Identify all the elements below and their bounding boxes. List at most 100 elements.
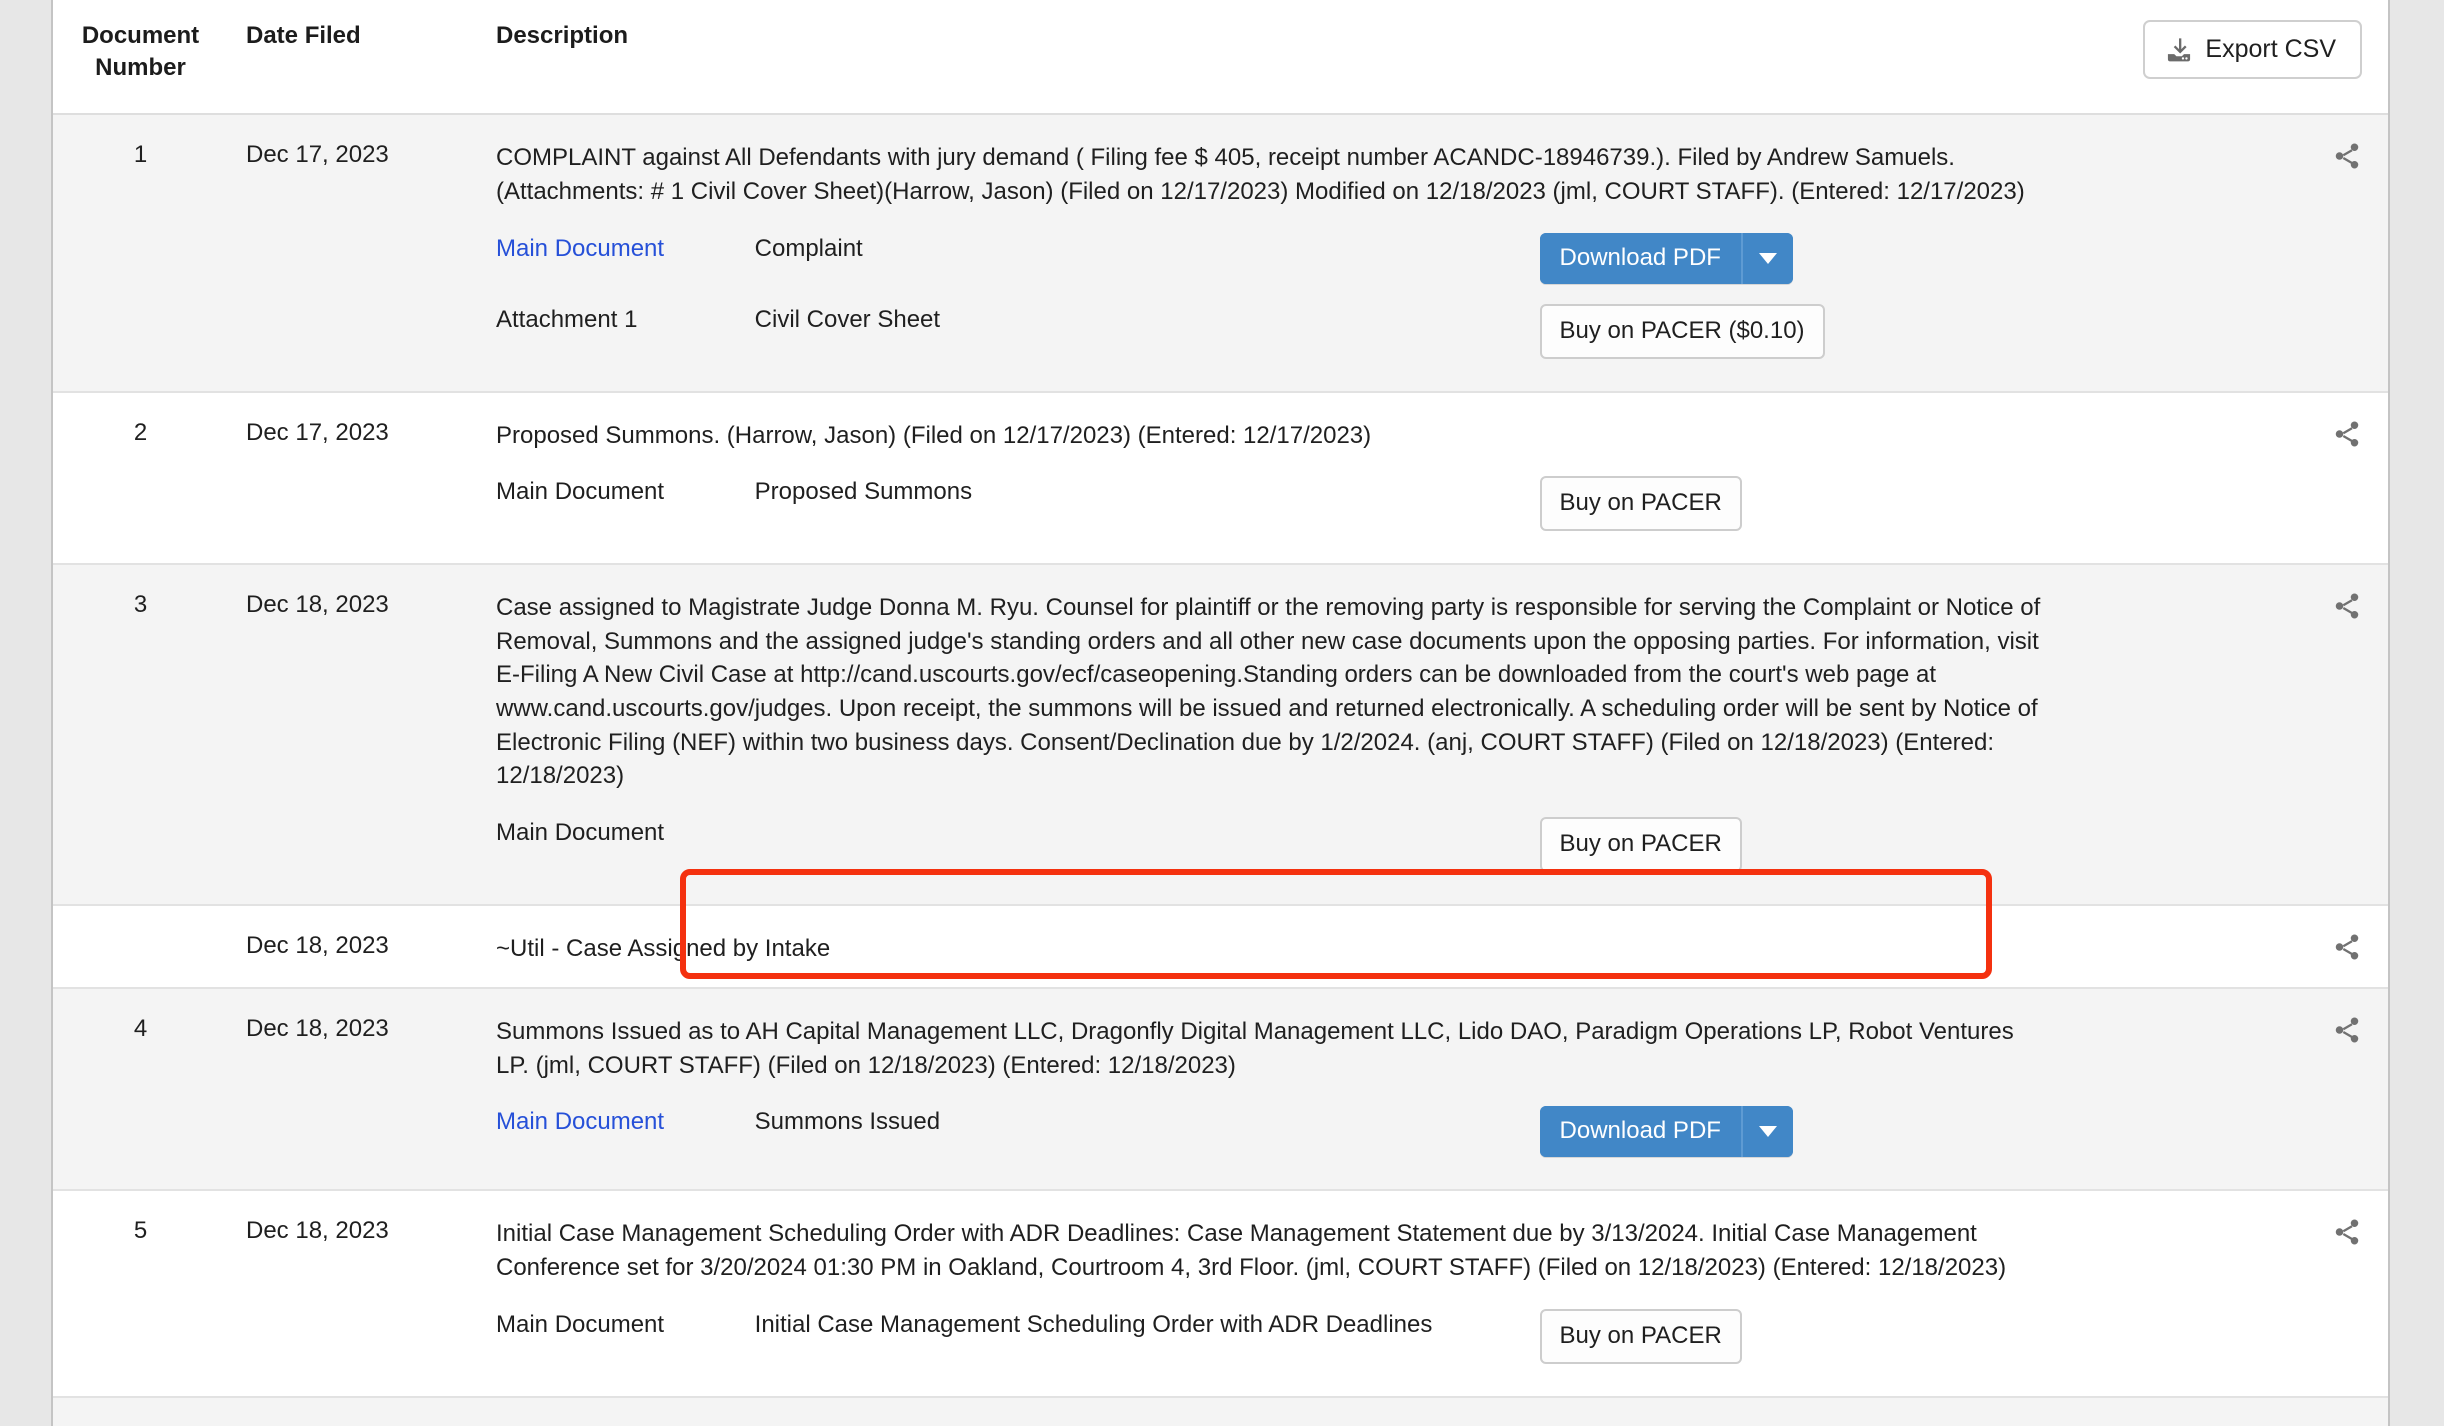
buy-on-pacer-button[interactable]: Buy on PACER bbox=[1539, 816, 1742, 872]
description-text: ~Util - Case Assigned by Intake bbox=[496, 934, 831, 962]
cell-share bbox=[2088, 904, 2388, 989]
table-body: 1 Dec 17, 2023 COMPLAINT against All Defen… bbox=[53, 114, 2388, 1426]
subdocument-row: Main Document Initial Case Management Sch… bbox=[496, 1299, 2048, 1374]
cell-description: Case assigned to Magistrate Judge Donna … bbox=[468, 564, 2088, 905]
cell-document-number: 5 bbox=[53, 1190, 228, 1397]
subdocument-action-cell: Download PDF bbox=[1536, 1096, 2048, 1167]
column-header-document-number-line1: Document bbox=[81, 22, 200, 49]
share-icon[interactable] bbox=[2332, 591, 2362, 626]
table-row: Dec 18, 2023 ~Util - Case Assigned by Int… bbox=[53, 904, 2388, 989]
cell-share bbox=[2088, 564, 2388, 905]
cell-document-number: 2 bbox=[53, 391, 228, 565]
description-text: Initial Case Management Scheduling Order… bbox=[496, 1220, 2007, 1282]
subdocument-table: Main Document Initial Case Management Sch… bbox=[496, 1299, 2048, 1374]
docket-table: Document Number Date Filed Description E… bbox=[53, 0, 2388, 1426]
subdocument-table: Main Document Proposed Summons Buy on PACE… bbox=[496, 466, 2048, 541]
cell-description: COMPLAINT against All Defendants with ju… bbox=[468, 114, 2088, 392]
cell-date-filed: Dec 17, 2023 bbox=[228, 114, 468, 392]
share-icon[interactable] bbox=[2332, 1015, 2362, 1050]
cell-document-number: 1 bbox=[53, 114, 228, 392]
download-icon bbox=[2165, 36, 2193, 64]
subdocument-label-cell: Main Document bbox=[496, 807, 755, 882]
chevron-down-icon bbox=[1758, 1126, 1777, 1138]
main-document-link[interactable]: Main Document bbox=[496, 235, 664, 262]
export-csv-label: Export CSV bbox=[2205, 35, 2336, 63]
subdocument-label-cell: Main Document bbox=[496, 223, 755, 294]
subdocument-action-cell: Buy on PACER bbox=[1536, 807, 2048, 882]
table-row: 4 Dec 18, 2023 Summons Issued as to AH Cap… bbox=[53, 988, 2388, 1191]
cell-description: ORDER REASSIGNING CASE. Case reassigned … bbox=[468, 1396, 2088, 1426]
subdocument-label-cell: Main Document bbox=[496, 1299, 755, 1374]
subdocument-row: Main Document Complaint Download PDF bbox=[496, 223, 2048, 294]
docket-card: Document Number Date Filed Description E… bbox=[51, 0, 2390, 1426]
subdocument-title: Initial Case Management Scheduling Order… bbox=[754, 1310, 1433, 1338]
subdocument-label-cell: Attachment 1 bbox=[496, 294, 755, 369]
cell-date-filed: Dec 18, 2023 bbox=[228, 1190, 468, 1397]
subdocument-title: Civil Cover Sheet bbox=[754, 305, 941, 333]
cell-date-filed: Dec 18, 2023 bbox=[228, 564, 468, 905]
subdocument-label: Attachment 1 bbox=[496, 305, 638, 333]
subdocument-label-cell: Main Document bbox=[496, 1096, 755, 1167]
subdocument-label-cell: Main Document bbox=[496, 466, 755, 541]
table-row: 3 Dec 18, 2023 Case assigned to Magistrate… bbox=[53, 564, 2388, 905]
export-csv-cell: Export CSV bbox=[2088, 0, 2388, 114]
export-csv-button[interactable]: Export CSV bbox=[2143, 20, 2362, 79]
description-text: Proposed Summons. (Harrow, Jason) (Filed… bbox=[496, 421, 1372, 449]
cell-description: ~Util - Case Assigned by Intake bbox=[468, 904, 2088, 989]
subdocument-row: Main Document Summons Issued Download PDF bbox=[496, 1096, 2048, 1167]
column-header-description: Description bbox=[496, 22, 629, 49]
buy-on-pacer-button[interactable]: Buy on PACER ($0.10) bbox=[1539, 303, 1825, 359]
cell-date-filed: Dec 17, 2023 bbox=[228, 391, 468, 565]
subdocument-label: Main Document bbox=[496, 818, 665, 846]
download-options-dropdown-button[interactable] bbox=[1740, 232, 1793, 284]
cell-description: Proposed Summons. (Harrow, Jason) (Filed… bbox=[468, 391, 2088, 565]
subdocument-action-cell: Buy on PACER bbox=[1536, 1299, 2048, 1374]
share-icon[interactable] bbox=[2332, 932, 2362, 967]
share-icon[interactable] bbox=[2332, 419, 2362, 454]
cell-share bbox=[2088, 1396, 2388, 1426]
subdocument-table: Main Document Buy on PACER bbox=[496, 807, 2048, 882]
docket-page: Document Number Date Filed Description E… bbox=[0, 0, 2444, 1426]
subdocument-table: Main Document Complaint Download PDF Attach… bbox=[496, 223, 2048, 369]
cell-document-number: 4 bbox=[53, 988, 228, 1191]
download-pdf-button-group[interactable]: Download PDF bbox=[1539, 1106, 1793, 1158]
subdocument-title: Summons Issued bbox=[754, 1108, 941, 1136]
table-row: 1 Dec 17, 2023 COMPLAINT against All Defen… bbox=[53, 114, 2388, 392]
cell-date-filed: Dec 19, 2023 bbox=[228, 1396, 468, 1426]
download-options-dropdown-button[interactable] bbox=[1740, 1106, 1793, 1158]
buy-on-pacer-button[interactable]: Buy on PACER bbox=[1539, 476, 1742, 532]
subdocument-row: Main Document Buy on PACER bbox=[496, 807, 2048, 882]
table-row: 5 Dec 18, 2023 Initial Case Management Sch… bbox=[53, 1190, 2388, 1397]
download-pdf-button[interactable]: Download PDF bbox=[1539, 232, 1741, 284]
download-pdf-button-group[interactable]: Download PDF bbox=[1539, 232, 1793, 284]
cell-document-number bbox=[53, 904, 228, 989]
buy-on-pacer-button[interactable]: Buy on PACER bbox=[1539, 1308, 1742, 1364]
subdocument-row: Main Document Proposed Summons Buy on PACE… bbox=[496, 466, 2048, 541]
subdocument-table: Main Document Summons Issued Download PDF bbox=[496, 1096, 2048, 1167]
subdocument-action-cell: Buy on PACER bbox=[1536, 466, 2048, 541]
cell-share bbox=[2088, 391, 2388, 565]
subdocument-title: Complaint bbox=[754, 234, 863, 262]
download-pdf-button[interactable]: Download PDF bbox=[1539, 1106, 1741, 1158]
subdocument-row: Attachment 1 Civil Cover Sheet Buy on PACE… bbox=[496, 294, 2048, 369]
description-text: Case assigned to Magistrate Judge Donna … bbox=[496, 594, 2041, 790]
subdocument-title: Proposed Summons bbox=[754, 478, 973, 506]
chevron-down-icon bbox=[1758, 252, 1777, 264]
subdocument-label: Main Document bbox=[496, 478, 665, 506]
main-document-link[interactable]: Main Document bbox=[496, 1108, 664, 1135]
cell-share bbox=[2088, 1190, 2388, 1397]
table-row: 6Dec 19, 2023ORDER REASSIGNING CASE. Cas… bbox=[53, 1396, 2388, 1426]
share-icon[interactable] bbox=[2332, 141, 2362, 176]
column-header-document-number-line2: Number bbox=[95, 53, 186, 81]
subdocument-label: Main Document bbox=[496, 1310, 665, 1338]
share-icon[interactable] bbox=[2332, 1217, 2362, 1252]
description-text: COMPLAINT against All Defendants with ju… bbox=[496, 144, 2025, 205]
table-header: Document Number Date Filed Description E… bbox=[53, 0, 2388, 115]
cell-date-filed: Dec 18, 2023 bbox=[228, 904, 468, 989]
cell-description: Initial Case Management Scheduling Order… bbox=[468, 1190, 2088, 1397]
cell-document-number: 3 bbox=[53, 564, 228, 905]
description-text: Summons Issued as to AH Capital Manageme… bbox=[496, 1018, 2014, 1079]
column-header-document-number: Document Number bbox=[53, 0, 228, 114]
cell-date-filed: Dec 18, 2023 bbox=[228, 988, 468, 1191]
subdocument-title bbox=[755, 807, 1536, 882]
